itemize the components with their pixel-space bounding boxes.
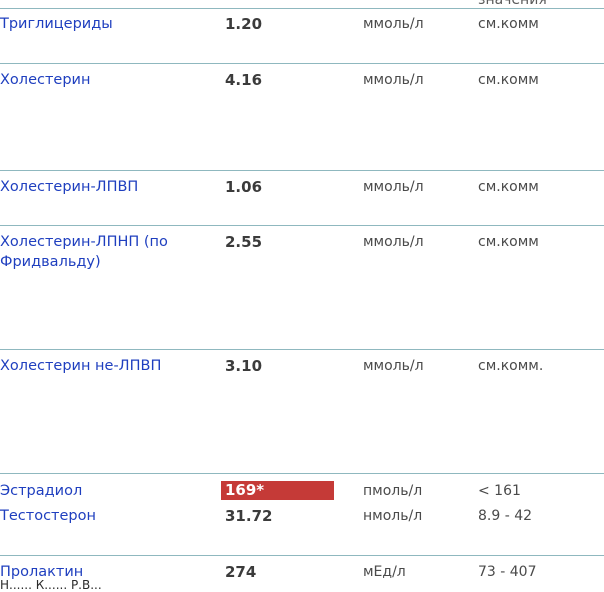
- row-separator: [0, 349, 604, 350]
- test-reference: 8.9 - 42: [478, 508, 533, 524]
- test-unit: ммоль/л: [363, 358, 424, 374]
- reference-column-header: значения: [478, 0, 547, 8]
- test-name: Холестерин-ЛПВП: [0, 179, 139, 195]
- test-value: 4.16: [225, 71, 263, 89]
- test-value: 1.20: [225, 15, 263, 33]
- test-unit: нмоль/л: [363, 508, 423, 524]
- abnormal-value-badge: 169*: [221, 481, 334, 500]
- test-unit: ммоль/л: [363, 16, 424, 32]
- row-separator: [0, 63, 604, 64]
- test-reference: см.комм: [478, 72, 539, 88]
- test-name: Тестостерон: [0, 508, 96, 524]
- test-reference: см.комм: [478, 234, 539, 250]
- test-value: 2.55: [225, 233, 263, 251]
- test-reference: < 161: [478, 483, 521, 499]
- row-separator: [0, 8, 604, 9]
- footer-note: Н...... К...... Р.В...: [0, 578, 102, 592]
- test-reference: см.комм: [478, 16, 539, 32]
- test-unit: ммоль/л: [363, 72, 424, 88]
- test-reference: см.комм.: [478, 358, 544, 374]
- test-value: 1.06: [225, 178, 263, 196]
- test-name: Триглицериды: [0, 16, 113, 32]
- row-separator: [0, 225, 604, 226]
- row-separator: [0, 473, 604, 474]
- test-value: 274: [225, 563, 257, 581]
- test-unit: мЕд/л: [363, 564, 406, 580]
- row-separator: [0, 555, 604, 556]
- test-unit: ммоль/л: [363, 234, 424, 250]
- test-unit: пмоль/л: [363, 483, 423, 499]
- test-reference: 73 - 407: [478, 564, 537, 580]
- test-value: 31.72: [225, 507, 273, 525]
- test-name: Холестерин не-ЛПВП: [0, 358, 162, 374]
- test-name: Холестерин: [0, 72, 91, 88]
- test-name: Холестерин-ЛПНП (по Фридвальду): [0, 234, 168, 270]
- row-separator: [0, 170, 604, 171]
- test-name: Эстрадиол: [0, 483, 83, 499]
- test-reference: см.комм: [478, 179, 539, 195]
- test-unit: ммоль/л: [363, 179, 424, 195]
- test-value: 3.10: [225, 357, 263, 375]
